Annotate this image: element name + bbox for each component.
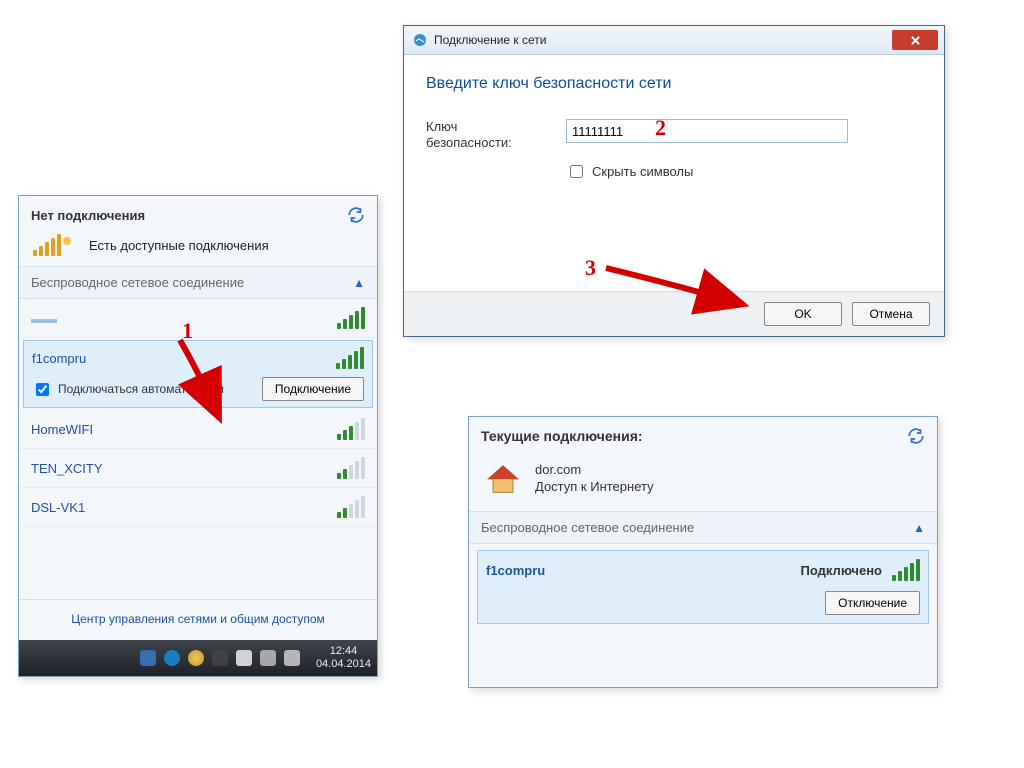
auto-connect-text: Подключаться автоматически: [58, 382, 224, 396]
network-name: HomeWIFI: [31, 422, 93, 437]
tray-volume-icon[interactable]: [284, 650, 300, 666]
tray-icon[interactable]: [188, 650, 204, 666]
refresh-icon[interactable]: [907, 427, 925, 445]
close-button[interactable]: [892, 30, 938, 50]
tray-icon[interactable]: [140, 650, 156, 666]
signal-icon: [337, 457, 365, 479]
wireless-section-header[interactable]: Беспроводное сетевое соединение ▲: [469, 511, 937, 544]
network-name: TEN_XCITY: [31, 461, 103, 476]
dialog-body: Введите ключ безопасности сети Ключбезоп…: [404, 55, 944, 197]
auto-connect-checkbox[interactable]: [36, 383, 49, 396]
signal-icon: [336, 347, 364, 369]
network-name: DSL-VK1: [31, 500, 85, 515]
hide-chars-checkbox[interactable]: [570, 165, 583, 178]
connected-status: Подключено: [801, 563, 882, 578]
signal-icon: [337, 307, 365, 329]
active-network-row: dor.com Доступ к Интернету: [469, 455, 937, 511]
network-center-link[interactable]: Центр управления сетями и общим доступом: [19, 599, 377, 638]
refresh-icon[interactable]: [347, 206, 365, 224]
cancel-button[interactable]: Отмена: [852, 302, 930, 326]
dialog-title-text: Подключение к сети: [434, 33, 546, 47]
wireless-section-title: Беспроводное сетевое соединение: [31, 275, 244, 290]
available-connections-text: Есть доступные подключения: [89, 238, 269, 253]
signal-icon: [892, 559, 920, 581]
hide-chars-label: Скрыть символы: [592, 164, 693, 179]
signal-icon: [33, 234, 61, 256]
current-connections-title: Текущие подключения:: [481, 428, 643, 444]
network-item[interactable]: DSL-VK1: [19, 488, 377, 527]
chevron-up-icon: ▲: [913, 521, 925, 535]
security-key-dialog: Подключение к сети Введите ключ безопасн…: [403, 25, 945, 337]
dialog-titlebar[interactable]: Подключение к сети: [404, 26, 944, 55]
chevron-up-icon: ▲: [353, 276, 365, 290]
alert-dot-icon: [63, 237, 71, 245]
connected-network-item[interactable]: f1compru Подключено Отключение: [477, 550, 929, 624]
taskbar-clock[interactable]: 12:44 04.04.2014: [316, 645, 371, 671]
wifi-popup: Нет подключения Есть доступные подключен…: [18, 195, 378, 677]
tray-icon[interactable]: [164, 650, 180, 666]
clock-time: 12:44: [316, 645, 371, 658]
disconnect-button[interactable]: Отключение: [825, 591, 920, 615]
network-name: f1compru: [32, 351, 86, 366]
connected-network-name: f1compru: [486, 563, 545, 578]
tray-icon[interactable]: [212, 650, 228, 666]
key-label: Ключбезопасности:: [426, 119, 546, 152]
ok-button[interactable]: OK: [764, 302, 842, 326]
network-item[interactable]: HomeWIFI: [19, 410, 377, 449]
home-icon: [483, 459, 523, 499]
current-connections-header: Текущие подключения:: [469, 417, 937, 455]
connect-button[interactable]: Подключение: [262, 377, 364, 401]
tray-flag-icon[interactable]: [236, 650, 252, 666]
internet-access-text: Доступ к Интернету: [535, 479, 654, 496]
wifi-popup-title: Нет подключения: [31, 208, 145, 223]
available-connections-row: Есть доступные подключения: [19, 230, 377, 266]
wireless-section-header[interactable]: Беспроводное сетевое соединение ▲: [19, 266, 377, 299]
network-item-blurred[interactable]: ▬▬: [19, 299, 377, 338]
network-domain: dor.com: [535, 462, 654, 479]
annotation-1: 1: [182, 318, 193, 344]
signal-icon: [337, 496, 365, 518]
dialog-icon: [412, 32, 428, 48]
wireless-section-title: Беспроводное сетевое соединение: [481, 520, 694, 535]
network-item-selected[interactable]: f1compru Подключаться автоматически Подк…: [23, 340, 373, 408]
network-center-link-text: Центр управления сетями и общим доступом: [71, 612, 325, 626]
clock-date: 04.04.2014: [316, 658, 371, 671]
network-name: ▬▬: [31, 311, 57, 326]
annotation-2: 2: [655, 115, 666, 141]
taskbar: 12:44 04.04.2014: [19, 640, 377, 676]
current-connections-popup: Текущие подключения: dor.com Доступ к Ин…: [468, 416, 938, 688]
dialog-heading: Введите ключ безопасности сети: [426, 75, 922, 93]
auto-connect-checkbox-label[interactable]: Подключаться автоматически: [32, 380, 224, 399]
network-item[interactable]: TEN_XCITY: [19, 449, 377, 488]
signal-icon: [337, 418, 365, 440]
dialog-footer: OK Отмена: [404, 291, 944, 336]
wifi-popup-header: Нет подключения: [19, 196, 377, 230]
tray-network-icon[interactable]: [260, 650, 276, 666]
security-key-input[interactable]: [566, 119, 848, 143]
annotation-3: 3: [585, 255, 596, 281]
